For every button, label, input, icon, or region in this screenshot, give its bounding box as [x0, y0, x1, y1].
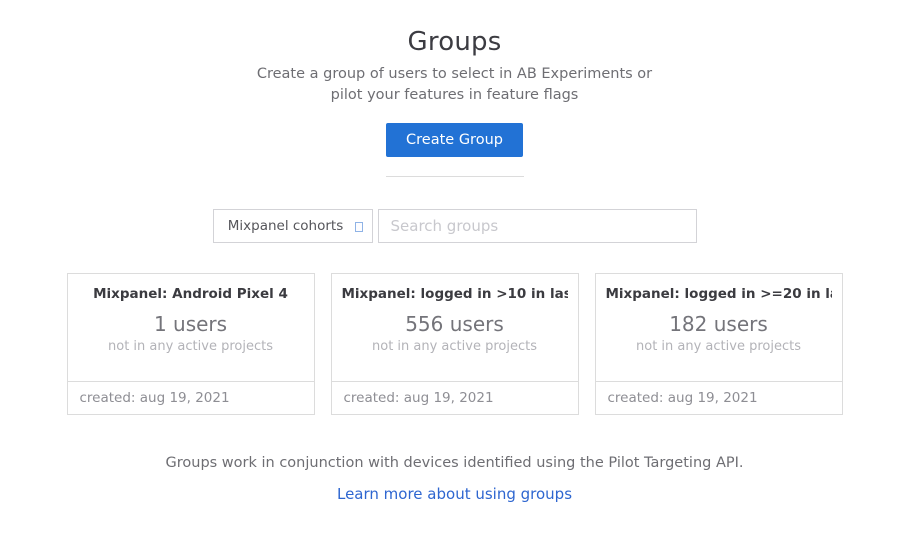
group-projects-note: not in any active projects: [342, 339, 568, 354]
group-projects-note: not in any active projects: [78, 339, 304, 354]
page-header: Groups Create a group of users to select…: [0, 27, 909, 177]
cohort-source-dropdown-value: Mixpanel cohorts: [228, 218, 358, 234]
learn-more-link[interactable]: Learn more about using groups: [337, 485, 572, 503]
group-card[interactable]: Mixpanel: logged in >10 in last 30 ... 5…: [331, 273, 579, 415]
group-card-body: Mixpanel: logged in >=20 in last 30... 1…: [596, 274, 842, 381]
page-title: Groups: [0, 27, 909, 57]
filter-row: Mixpanel cohorts: [0, 209, 909, 243]
group-user-count: 182 users: [606, 312, 832, 336]
group-card-body: Mixpanel: logged in >10 in last 30 ... 5…: [332, 274, 578, 381]
group-name: Mixpanel: logged in >10 in last 30 ...: [342, 286, 568, 302]
header-divider: [386, 176, 524, 177]
group-name: Mixpanel: logged in >=20 in last 30...: [606, 286, 832, 302]
group-user-count: 1 users: [78, 312, 304, 336]
cohort-source-dropdown[interactable]: Mixpanel cohorts: [213, 209, 373, 243]
page-subtitle-line-1: Create a group of users to select in AB …: [0, 64, 909, 85]
group-created-date: created: aug 19, 2021: [596, 381, 842, 414]
group-created-date: created: aug 19, 2021: [332, 381, 578, 414]
group-projects-note: not in any active projects: [606, 339, 832, 354]
create-group-button[interactable]: Create Group: [386, 123, 523, 157]
page-footer: Groups work in conjunction with devices …: [0, 455, 909, 503]
dropdown-indicator-icon: [355, 222, 363, 232]
group-cards-row: Mixpanel: Android Pixel 4 1 users not in…: [0, 273, 909, 415]
group-name: Mixpanel: Android Pixel 4: [78, 286, 304, 302]
group-created-date: created: aug 19, 2021: [68, 381, 314, 414]
page-subtitle-line-2: pilot your features in feature flags: [0, 85, 909, 106]
search-groups-input[interactable]: [378, 209, 697, 243]
group-user-count: 556 users: [342, 312, 568, 336]
group-card[interactable]: Mixpanel: Android Pixel 4 1 users not in…: [67, 273, 315, 415]
groups-page: Groups Create a group of users to select…: [0, 0, 909, 558]
group-card[interactable]: Mixpanel: logged in >=20 in last 30... 1…: [595, 273, 843, 415]
group-card-body: Mixpanel: Android Pixel 4 1 users not in…: [68, 274, 314, 381]
footer-info-text: Groups work in conjunction with devices …: [0, 455, 909, 471]
page-subtitle: Create a group of users to select in AB …: [0, 64, 909, 106]
